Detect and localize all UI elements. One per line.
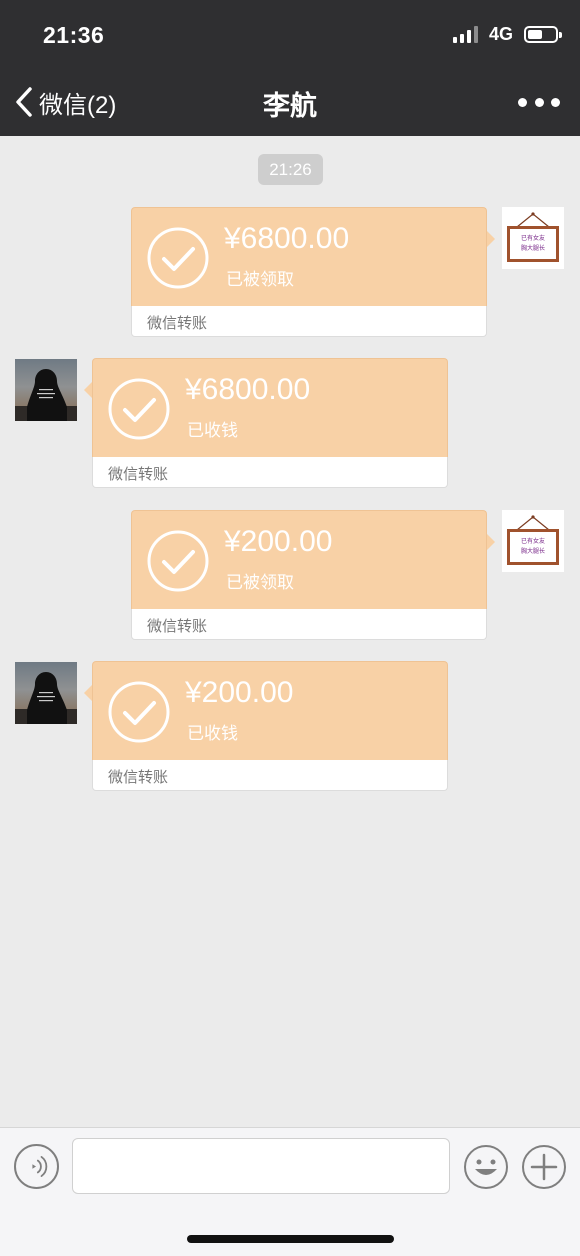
transfer-message[interactable]: ¥6800.00 已被领取 微信转账 bbox=[131, 207, 495, 337]
plus-icon bbox=[522, 1145, 566, 1189]
check-circle-icon bbox=[147, 530, 209, 592]
transfer-status: 已被领取 bbox=[226, 270, 294, 289]
hooded-person-photo-icon bbox=[15, 672, 77, 724]
svg-text:已有女友: 已有女友 bbox=[521, 234, 545, 242]
status-indicators: 4G bbox=[452, 24, 562, 45]
transfer-amount: ¥200.00 bbox=[224, 525, 333, 558]
chat-title: 李航 bbox=[263, 91, 317, 121]
more-dots-icon[interactable] bbox=[518, 92, 560, 112]
check-circle-icon bbox=[108, 681, 170, 743]
message-input[interactable] bbox=[72, 1138, 450, 1194]
emoji-icon bbox=[464, 1145, 508, 1189]
check-circle-icon bbox=[108, 378, 170, 440]
top-bar: 21:36 4G 微信(2) 李航 bbox=[0, 0, 580, 136]
transfer-label: 微信转账 bbox=[108, 466, 169, 483]
my-avatar[interactable]: 已有女友 胸大腿长 bbox=[502, 207, 564, 269]
home-indicator[interactable] bbox=[187, 1235, 394, 1243]
battery-level bbox=[528, 30, 542, 39]
transfer-status: 已收钱 bbox=[187, 724, 238, 743]
wooden-sign-icon: 已有女友 胸大腿长 bbox=[507, 212, 559, 262]
transfer-message[interactable]: ¥200.00 已被领取 微信转账 bbox=[131, 510, 495, 640]
transfer-label: 微信转账 bbox=[108, 769, 169, 786]
transfer-amount: ¥6800.00 bbox=[185, 373, 311, 406]
battery-icon bbox=[524, 26, 562, 43]
voice-button[interactable] bbox=[14, 1144, 59, 1189]
contact-avatar[interactable] bbox=[15, 662, 77, 724]
transfer-amount: ¥6800.00 bbox=[224, 222, 350, 255]
svg-text:胸大腿长: 胸大腿长 bbox=[521, 244, 545, 252]
signal-icon bbox=[452, 26, 478, 43]
contact-avatar[interactable] bbox=[15, 359, 77, 421]
transfer-label: 微信转账 bbox=[147, 315, 208, 332]
voice-icon bbox=[32, 1156, 48, 1177]
transfer-message[interactable]: ¥200.00 已收钱 微信转账 bbox=[84, 661, 448, 791]
transfer-status: 已被领取 bbox=[226, 573, 294, 592]
my-avatar[interactable]: 已有女友 胸大腿长 bbox=[502, 510, 564, 572]
wooden-sign-icon: 已有女友 胸大腿长 bbox=[507, 515, 559, 565]
more-functions-button[interactable] bbox=[521, 1144, 567, 1190]
transfer-label: 微信转账 bbox=[147, 618, 208, 635]
status-time: 21:36 bbox=[43, 22, 105, 48]
svg-text:已有女友: 已有女友 bbox=[521, 537, 545, 545]
network-type: 4G bbox=[488, 24, 513, 44]
chat-timestamp: 21:26 bbox=[258, 154, 323, 185]
hooded-person-photo-icon bbox=[15, 369, 77, 421]
transfer-message[interactable]: ¥6800.00 已收钱 微信转账 bbox=[84, 358, 448, 488]
transfer-amount: ¥200.00 bbox=[185, 676, 294, 709]
transfer-status: 已收钱 bbox=[187, 421, 238, 440]
emoji-button[interactable] bbox=[463, 1144, 509, 1190]
check-circle-icon bbox=[147, 227, 209, 289]
svg-text:胸大腿长: 胸大腿长 bbox=[521, 547, 545, 555]
